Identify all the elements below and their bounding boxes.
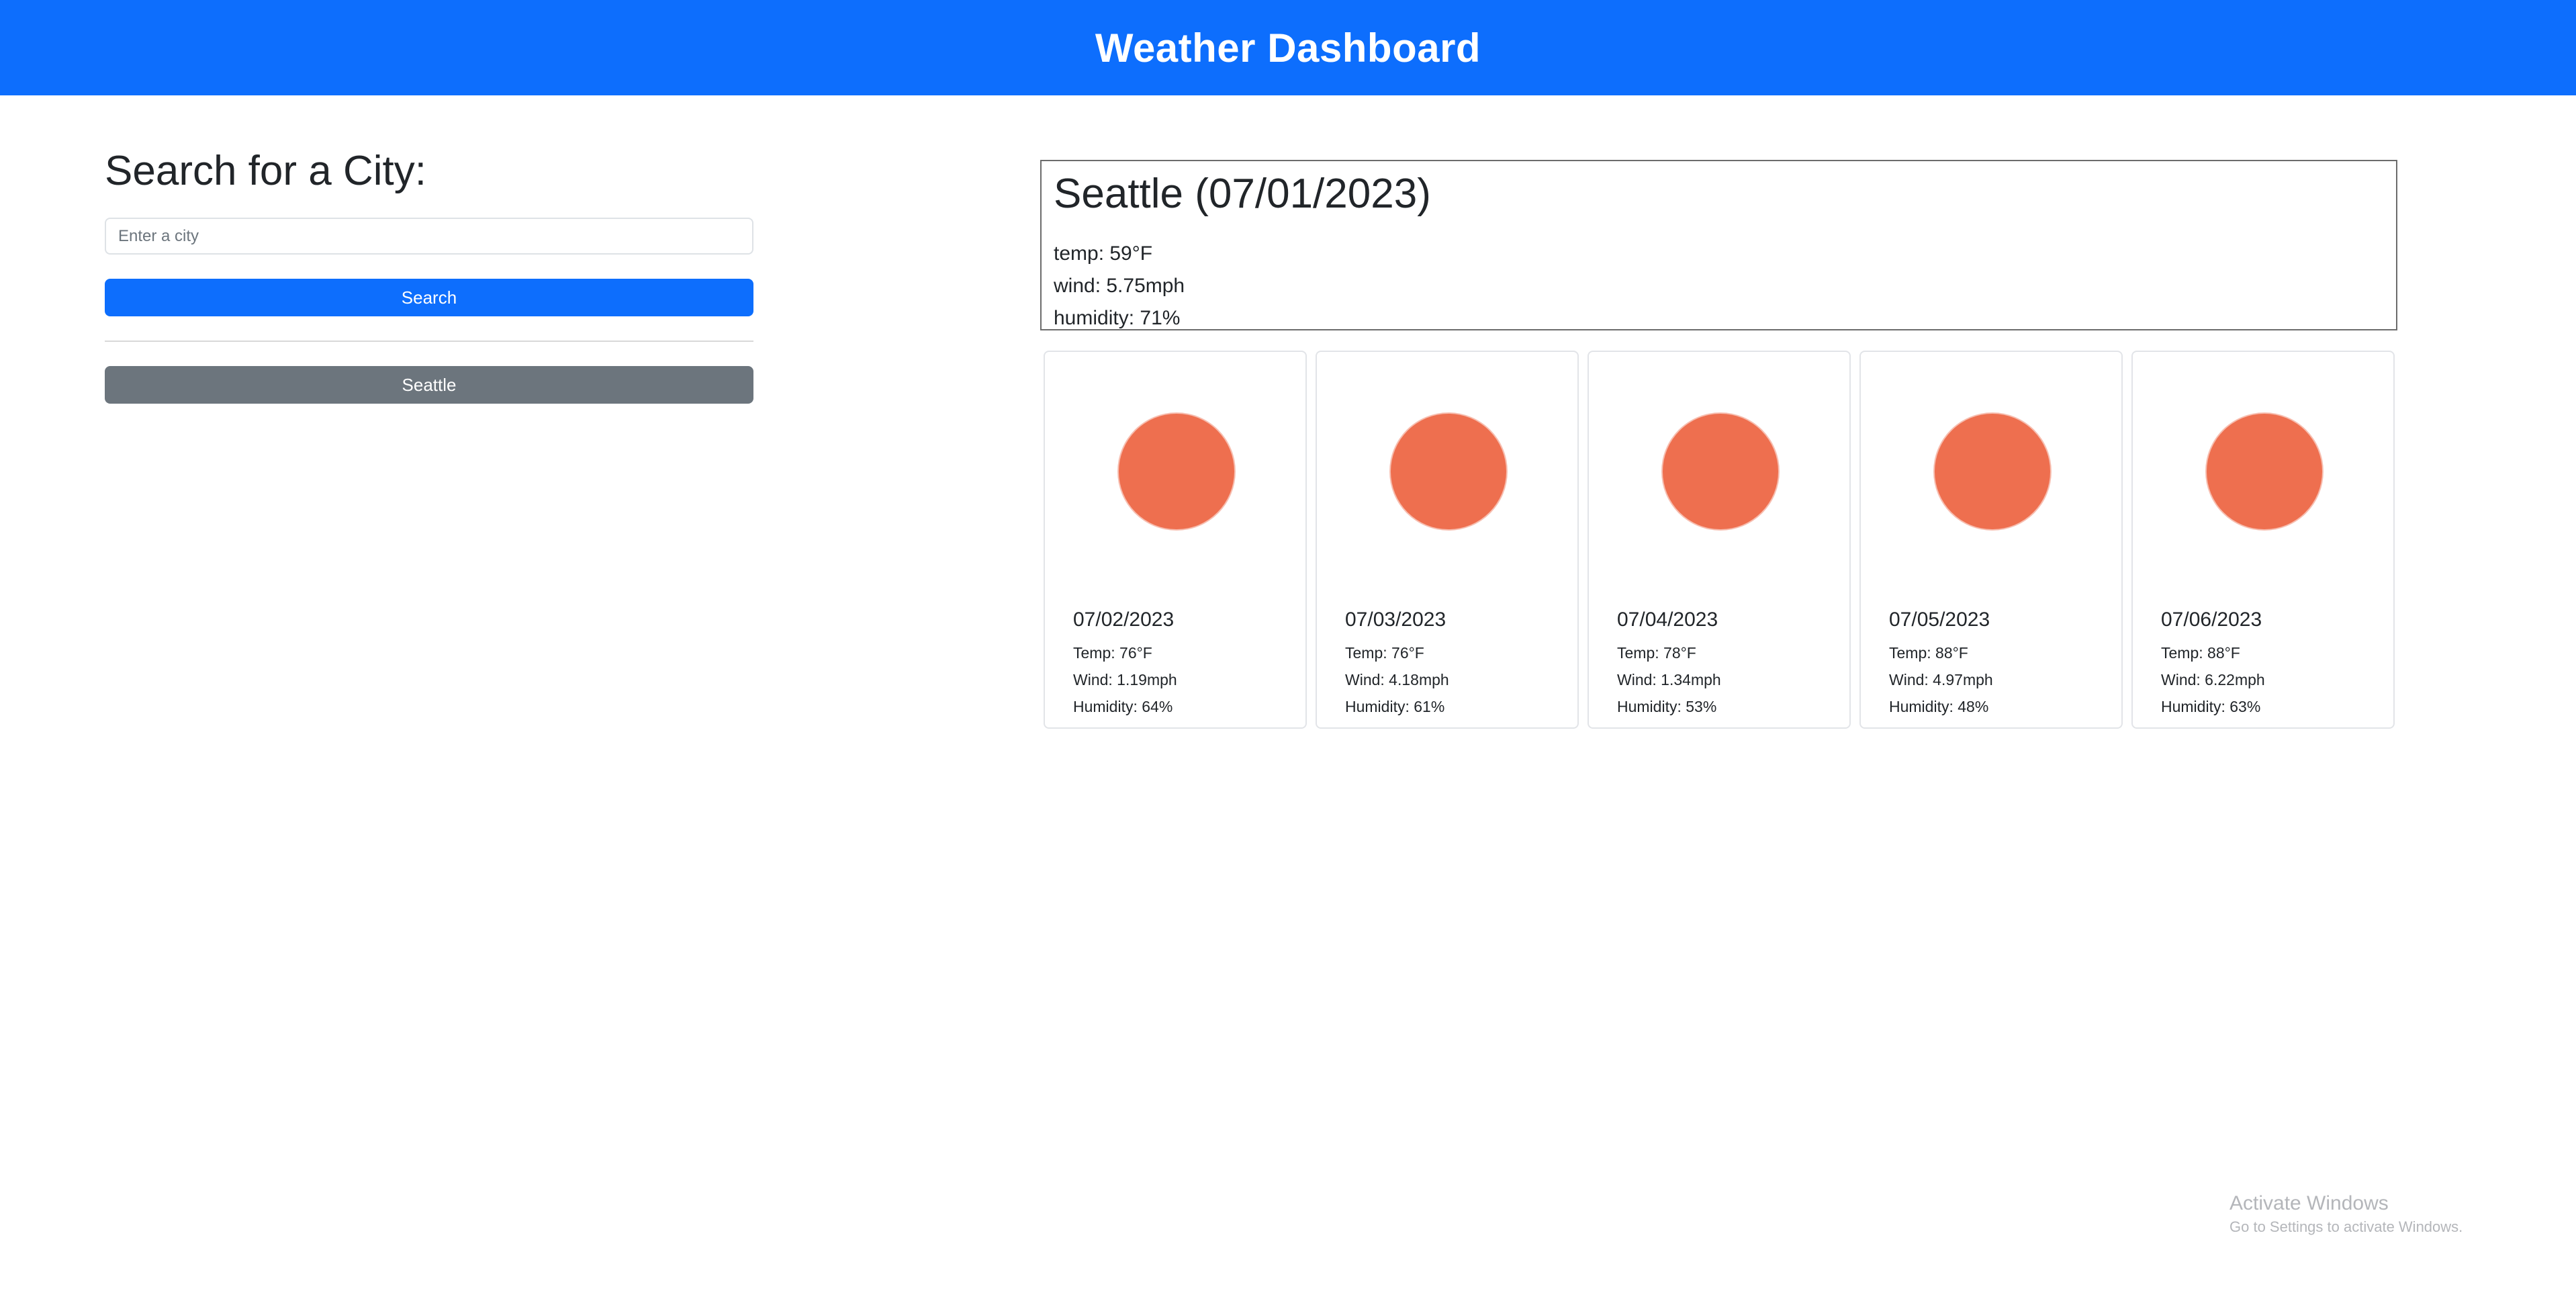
sun-icon [1663,414,1778,529]
current-humidity: humidity: 71% [1054,307,1181,329]
forecast-date: 07/06/2023 [2161,609,2262,631]
forecast-humidity: Humidity: 64% [1073,698,1173,715]
forecast-card: 07/02/2023 Temp: 76°F Wind: 1.19mph Humi… [1044,351,1307,729]
search-panel: Search for a City: Search Seattle [105,142,753,404]
forecast-date: 07/04/2023 [1617,609,1718,631]
search-button[interactable]: Search [105,279,753,316]
forecast-card: 07/06/2023 Temp: 88°F Wind: 6.22mph Humi… [2131,351,2395,729]
watermark-subtitle: Go to Settings to activate Windows. [2229,1218,2463,1235]
page-title: Weather Dashboard [1095,25,1481,71]
forecast-temp: Temp: 76°F [1345,644,1424,662]
forecast-humidity: Humidity: 61% [1345,698,1445,715]
forecast-wind: Wind: 6.22mph [2161,671,2265,688]
sun-icon [1119,414,1234,529]
forecast-wind: Wind: 1.19mph [1073,671,1177,688]
current-temp: temp: 59°F [1054,242,1153,265]
forecast-wind: Wind: 1.34mph [1617,671,1721,688]
forecast-wind: Wind: 4.97mph [1889,671,1993,688]
windows-activation-watermark: Activate Windows Go to Settings to activ… [2229,1190,2463,1237]
current-weather-panel: Seattle (07/01/2023) temp: 59°F wind: 5.… [1040,160,2397,330]
header-bar: Weather Dashboard [0,0,2576,95]
forecast-humidity: Humidity: 48% [1889,698,1989,715]
forecast-wind: Wind: 4.18mph [1345,671,1449,688]
current-city-title: Seattle (07/01/2023) [1054,171,1431,217]
sun-icon [1935,414,2050,529]
forecast-temp: Temp: 88°F [2161,644,2240,662]
forecast-temp: Temp: 88°F [1889,644,1968,662]
current-wind: wind: 5.75mph [1054,275,1185,297]
watermark-title: Activate Windows [2229,1192,2389,1214]
forecast-date: 07/05/2023 [1889,609,1990,631]
history-city-button[interactable]: Seattle [105,366,753,404]
forecast-temp: Temp: 76°F [1073,644,1152,662]
forecast-humidity: Humidity: 63% [2161,698,2261,715]
city-search-input[interactable] [105,218,753,255]
forecast-temp: Temp: 78°F [1617,644,1696,662]
forecast-row: 07/02/2023 Temp: 76°F Wind: 1.19mph Humi… [1044,351,2395,729]
sun-icon [1391,414,1506,529]
divider [105,341,753,342]
forecast-humidity: Humidity: 53% [1617,698,1717,715]
search-heading: Search for a City: [105,148,426,194]
sun-icon [2207,414,2322,529]
forecast-card: 07/03/2023 Temp: 76°F Wind: 4.18mph Humi… [1316,351,1579,729]
forecast-card: 07/04/2023 Temp: 78°F Wind: 1.34mph Humi… [1588,351,1851,729]
forecast-date: 07/03/2023 [1345,609,1446,631]
forecast-card: 07/05/2023 Temp: 88°F Wind: 4.97mph Humi… [1859,351,2123,729]
forecast-date: 07/02/2023 [1073,609,1175,631]
